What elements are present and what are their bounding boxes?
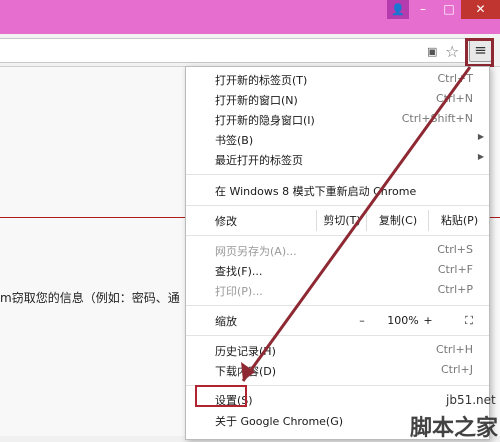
browser-toolbar: ▣ ☆ ≡ <box>0 34 500 67</box>
menu-item-new-incognito[interactable]: 打开新的隐身窗口(I) Ctrl+Shift+N <box>186 109 489 129</box>
menu-item-history[interactable]: 历史记录(H) Ctrl+H <box>186 340 489 360</box>
menu-item-new-window[interactable]: 打开新的窗口(N) Ctrl+N <box>186 89 489 109</box>
cut-button[interactable]: 剪切(T) <box>316 210 367 231</box>
menu-separator <box>186 305 489 306</box>
menu-button-highlight <box>465 38 494 67</box>
paste-button[interactable]: 粘贴(P) <box>428 210 489 231</box>
menu-item-find[interactable]: 查找(F)... Ctrl+F <box>186 260 489 280</box>
chrome-menu: 打开新的标签页(T) Ctrl+T 打开新的窗口(N) Ctrl+N 打开新的隐… <box>185 66 490 440</box>
window-titlebar: 👤 – □ ✕ <box>0 0 500 34</box>
star-icon[interactable]: ☆ <box>445 42 459 61</box>
menu-item-new-tab[interactable]: 打开新的标签页(T) Ctrl+T <box>186 69 489 89</box>
menu-item-relaunch[interactable]: 在 Windows 8 模式下重新启动 Chrome <box>186 180 489 200</box>
menu-item-save-as[interactable]: 网页另存为(A)... Ctrl+S <box>186 240 489 260</box>
zoom-in-button[interactable]: + <box>421 310 435 331</box>
close-button[interactable]: ✕ <box>461 0 500 19</box>
menu-row-zoom: 缩放 – 100% + ⛶ <box>186 310 489 330</box>
watermark-site: jb51.net <box>446 393 496 407</box>
maximize-button[interactable]: □ <box>436 0 462 19</box>
menu-separator <box>186 335 489 336</box>
menu-item-print[interactable]: 打印(P)... Ctrl+P <box>186 280 489 300</box>
menu-item-recent-tabs[interactable]: 最近打开的标签页 ▶ <box>186 149 489 169</box>
submenu-arrow-icon: ▶ <box>477 152 484 161</box>
menu-separator <box>186 174 489 175</box>
copy-button[interactable]: 复制(C) <box>366 210 429 231</box>
settings-highlight-box <box>195 385 247 407</box>
menu-separator <box>186 205 489 206</box>
fullscreen-icon[interactable]: ⛶ <box>454 310 484 331</box>
menu-separator <box>186 235 489 236</box>
user-icon[interactable]: 👤 <box>387 0 409 19</box>
submenu-arrow-icon: ▶ <box>477 132 484 141</box>
menu-item-downloads[interactable]: 下载内容(D) Ctrl+J <box>186 360 489 380</box>
watermark-brand: 脚本之家 <box>409 415 498 441</box>
minimize-button[interactable]: – <box>410 0 436 19</box>
address-bar[interactable]: ▣ ☆ <box>0 38 466 63</box>
zoom-out-button[interactable]: – <box>346 310 378 331</box>
menu-item-bookmarks[interactable]: 书签(B) ▶ <box>186 129 489 149</box>
page-text: m窃取您的信息（例如：密码、通 <box>0 291 180 305</box>
menu-row-edit: 修改 剪切(T) 复制(C) 粘贴(P) <box>186 210 489 231</box>
page-icon[interactable]: ▣ <box>427 45 437 58</box>
